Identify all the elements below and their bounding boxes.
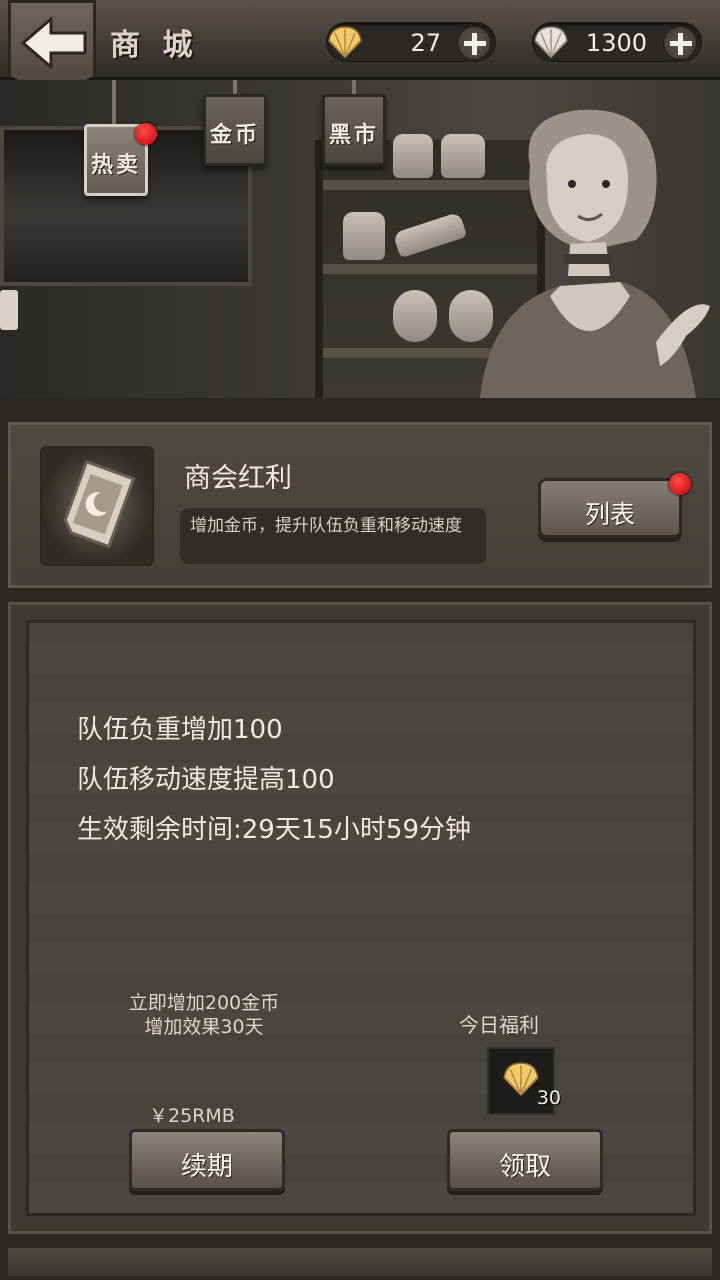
renew-button[interactable]: 续期 bbox=[129, 1129, 285, 1191]
add-shells-button[interactable] bbox=[663, 26, 697, 60]
bottom-frame bbox=[4, 1244, 716, 1280]
remaining-time-text: 生效剩余时间:29天15小时59分钟 bbox=[77, 815, 472, 845]
shell-amount: 27 bbox=[410, 29, 441, 57]
price-label: ￥25RMB bbox=[149, 1105, 235, 1127]
list-button-label: 列表 bbox=[584, 500, 635, 529]
shopkeeper-portrait bbox=[480, 109, 710, 398]
shell-icon bbox=[328, 26, 362, 59]
chamber-bonus-panel: 商会红利 增加金币，提升队伍负重和移动速度 列表 bbox=[4, 418, 716, 592]
tab-black-market[interactable]: 黑市 bbox=[322, 94, 386, 166]
renew-button-label: 续期 bbox=[180, 1152, 233, 1182]
shell-amount: 1300 bbox=[585, 29, 647, 57]
tab-label: 黑市 bbox=[328, 123, 379, 148]
shell-currency-small: 27 bbox=[326, 22, 496, 62]
candle-image bbox=[0, 290, 18, 330]
tab-hot-sale[interactable]: 热卖 bbox=[84, 123, 157, 196]
top-bar: 商 城 27 1300 bbox=[0, 0, 720, 96]
bonus-card-icon bbox=[40, 446, 154, 566]
page-title: 商 城 bbox=[110, 28, 199, 63]
shop-banner-scene: 热卖 金币 黑市 bbox=[0, 80, 720, 398]
bonus-description: 增加金币，提升队伍负重和移动速度 bbox=[180, 508, 486, 564]
tab-label: 热卖 bbox=[90, 153, 141, 178]
daily-reward-amount: 30 bbox=[536, 1087, 561, 1109]
offer-line-1: 立即增加200金币 bbox=[128, 992, 280, 1014]
details-board: 队伍负重增加100 队伍移动速度提高100 生效剩余时间:29天15小时59分钟… bbox=[26, 620, 696, 1216]
claim-button-label: 领取 bbox=[498, 1152, 551, 1182]
load-bonus-text: 队伍负重增加100 bbox=[77, 715, 283, 745]
moon-card-icon bbox=[63, 459, 136, 549]
daily-benefit-title: 今日福利 bbox=[459, 1013, 539, 1037]
offer-line-2: 增加效果30天 bbox=[144, 1016, 264, 1038]
bonus-title: 商会红利 bbox=[184, 463, 292, 494]
add-shells-button[interactable] bbox=[457, 26, 491, 60]
list-button[interactable]: 列表 bbox=[538, 473, 691, 538]
tab-gold-coins[interactable]: 金币 bbox=[203, 94, 267, 166]
daily-reward-slot: 30 bbox=[487, 1047, 561, 1115]
speed-bonus-text: 队伍移动速度提高100 bbox=[77, 765, 335, 795]
notification-badge bbox=[669, 473, 691, 495]
claim-button[interactable]: 领取 bbox=[447, 1129, 603, 1191]
shell-icon bbox=[534, 26, 568, 59]
back-arrow-icon bbox=[21, 17, 87, 69]
notification-badge bbox=[135, 123, 157, 145]
tab-label: 金币 bbox=[209, 123, 260, 148]
shell-currency-large: 1300 bbox=[532, 22, 702, 62]
bonus-details-panel: 队伍负重增加100 队伍移动速度提高100 生效剩余时间:29天15小时59分钟… bbox=[4, 598, 716, 1238]
